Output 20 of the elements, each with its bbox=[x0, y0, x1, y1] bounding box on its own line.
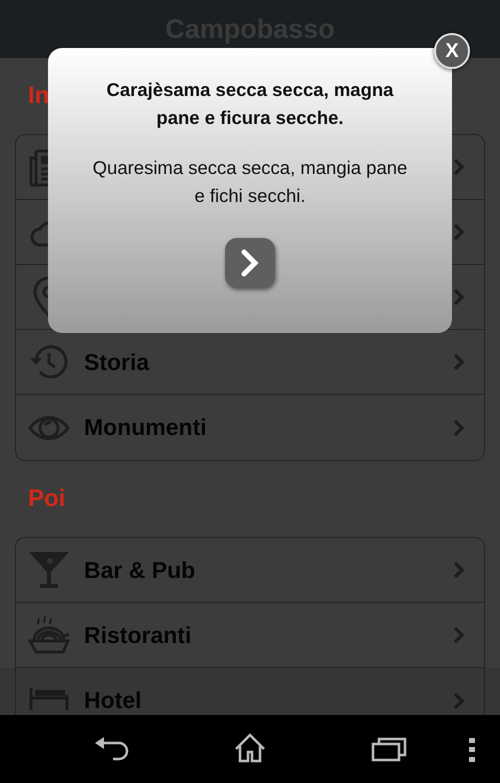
overflow-menu-icon[interactable] bbox=[468, 738, 476, 762]
chevron-right-icon bbox=[452, 222, 466, 242]
list-item[interactable]: Ristoranti bbox=[16, 603, 484, 668]
bed-icon bbox=[28, 686, 70, 710]
chevron-right-icon bbox=[452, 287, 466, 307]
chevron-right-icon bbox=[452, 625, 466, 645]
popup-title: Carajèsama secca secca, magna pane e ficura secche. bbox=[106, 78, 394, 130]
list-item[interactable]: Bar & Pub bbox=[16, 538, 484, 603]
chevron-right-icon bbox=[452, 690, 466, 710]
list-item[interactable]: Monumenti bbox=[16, 395, 484, 460]
cocktail-glass-icon bbox=[28, 549, 70, 591]
steaming-bowl-icon bbox=[28, 614, 70, 656]
section-title: In bbox=[28, 81, 50, 111]
chevron-right-icon bbox=[452, 157, 466, 177]
next-button[interactable] bbox=[225, 238, 275, 288]
chevron-right-icon bbox=[452, 560, 466, 580]
chevron-right-icon bbox=[452, 352, 466, 372]
popup-text: Quaresima secca secca, mangia pane e fichi secchi. bbox=[92, 156, 408, 208]
section-title: Poi bbox=[28, 484, 66, 514]
chevron-right-icon bbox=[452, 418, 466, 438]
